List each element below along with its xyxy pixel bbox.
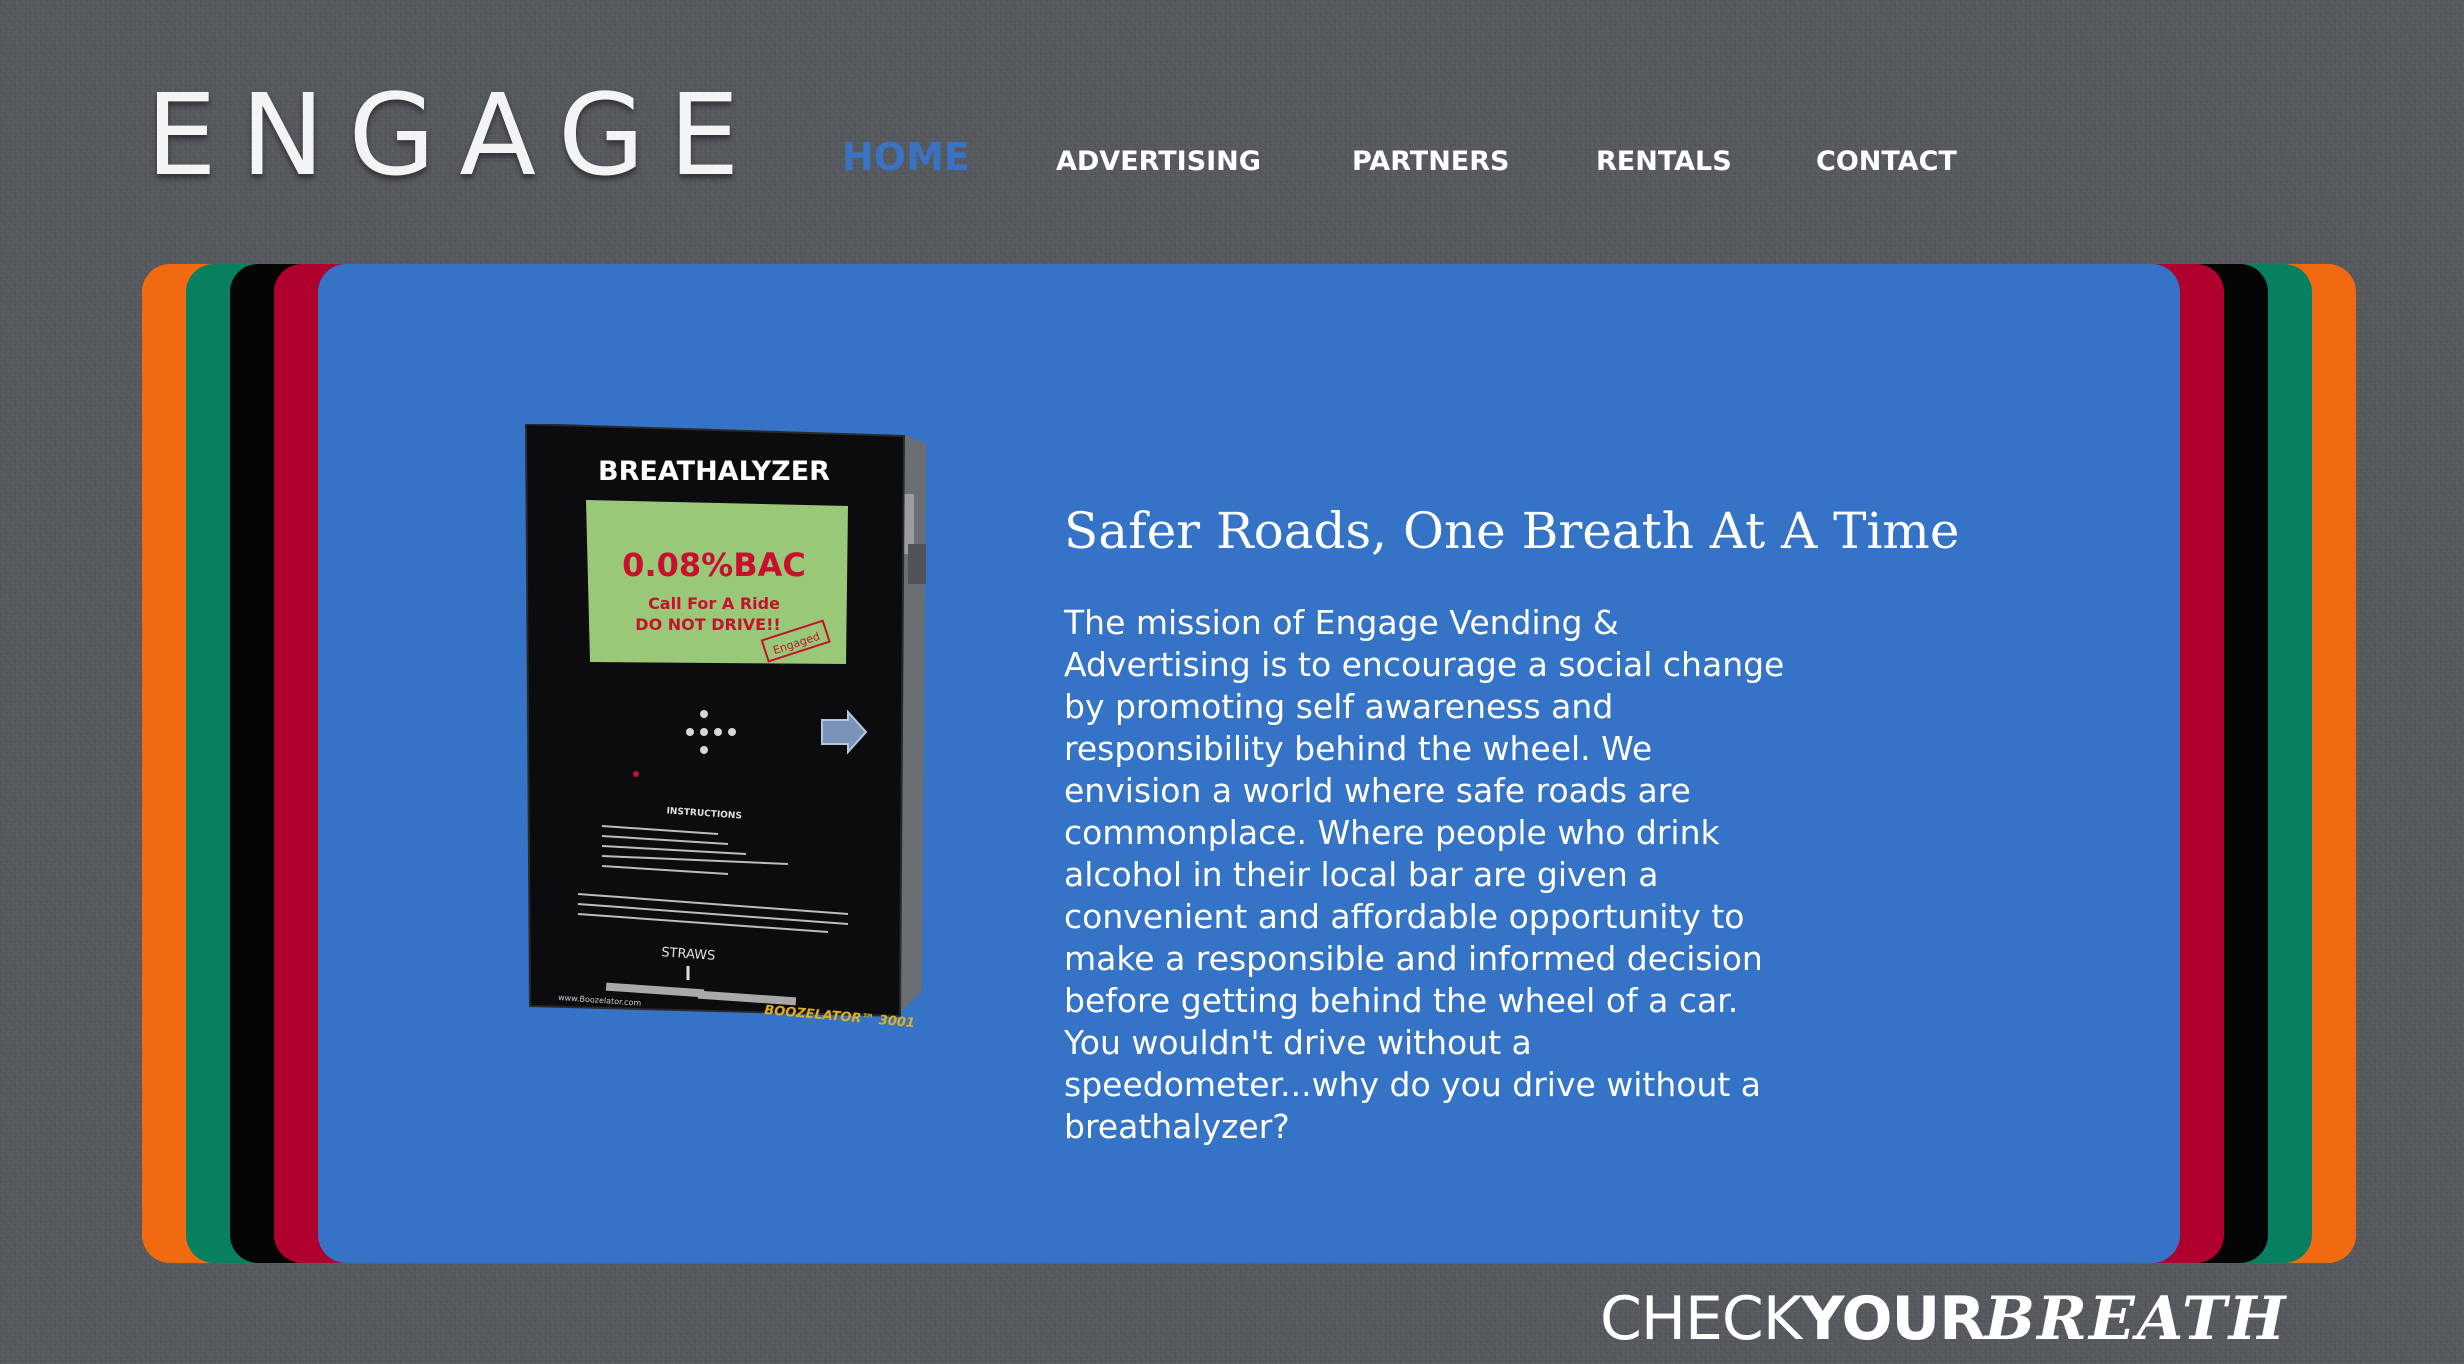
hero-headline: Safer Roads, One Breath At A Time — [1064, 502, 1960, 560]
nav-partners[interactable]: PARTNERS — [1352, 146, 1509, 177]
tagline-part-3: BREATH — [1984, 1284, 2288, 1354]
mission-statement: The mission of Engage Vending & Advertis… — [1064, 603, 1785, 1146]
tagline-part-2: YOUR — [1801, 1284, 1985, 1354]
machine-reading: 0.08%BAC — [622, 546, 806, 584]
nav-advertising[interactable]: ADVERTISING — [1056, 146, 1261, 177]
nav-rentals[interactable]: RENTALS — [1596, 146, 1732, 177]
breathalyzer-machine-image: BREATHALYZER 0.08%BAC Call For A Ride DO… — [524, 424, 926, 1031]
machine-line-2: DO NOT DRIVE!! — [635, 615, 780, 634]
nav-contact[interactable]: CONTACT — [1816, 146, 1957, 177]
site-logo[interactable]: ENGAGE — [146, 80, 764, 192]
nav-home[interactable]: HOME — [842, 135, 970, 179]
tagline-part-1: CHECK — [1600, 1284, 1802, 1354]
hero-panel: BREATHALYZER 0.08%BAC Call For A Ride DO… — [318, 264, 2180, 1263]
check-your-breath-tagline: CHECKYOURBREATH — [1600, 1284, 2287, 1354]
machine-line-1: Call For A Ride — [648, 594, 780, 613]
machine-title: BREATHALYZER — [598, 456, 830, 487]
